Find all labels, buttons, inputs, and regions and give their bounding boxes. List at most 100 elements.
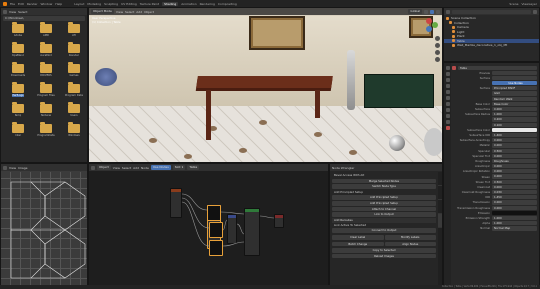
operator-button[interactable]: Link to Output <box>332 212 436 217</box>
property-field[interactable]: 0.000 <box>492 200 537 205</box>
operator-button[interactable]: Clear Label <box>332 234 384 240</box>
property-field[interactable]: 0.500 <box>492 148 537 153</box>
operator-button[interactable]: Add Principled Setup <box>332 200 436 206</box>
physics-tab-icon[interactable] <box>445 108 450 112</box>
cabinet-object[interactable] <box>364 74 434 108</box>
menu-edit[interactable]: Edit <box>18 2 24 6</box>
filter-icon[interactable] <box>533 9 537 14</box>
folder-item[interactable]: AuraMod <box>33 42 59 57</box>
folder-item[interactable]: PerfLogs <box>5 82 31 97</box>
property-field[interactable]: 1.450 <box>492 195 537 200</box>
property-field[interactable]: 1.000 <box>492 215 537 221</box>
data-tab-icon[interactable] <box>445 120 450 124</box>
property-field[interactable]: Random Walk <box>492 96 537 101</box>
constraints-tab-icon[interactable] <box>445 114 450 118</box>
property-field[interactable] <box>492 127 537 132</box>
gizmo-y-axis-icon[interactable] <box>432 22 438 28</box>
vp-menu-add[interactable]: Add <box>136 10 142 14</box>
property-field[interactable]: 0.000 <box>492 164 537 169</box>
3d-viewport[interactable]: Object Mode View Select Add Object Globa… <box>88 7 443 163</box>
property-field[interactable]: Roughness <box>492 158 537 164</box>
zoom-icon[interactable] <box>435 36 440 41</box>
folder-item[interactable]: Textures <box>33 102 59 117</box>
property-field[interactable]: 0.200 <box>492 117 537 122</box>
pan-hand-icon[interactable] <box>435 43 440 48</box>
shader-node-editor[interactable]: Object View Select Add Node Use Nodes Sl… <box>88 163 329 289</box>
vp-menu-object[interactable]: Object <box>144 10 154 14</box>
folder-item[interactable]: Temp <box>5 102 31 117</box>
folder-item[interactable]: AMD <box>33 22 59 37</box>
operator-button[interactable]: Merge Selected Nodes <box>332 178 436 184</box>
property-field[interactable]: 0.000 <box>492 205 537 210</box>
property-field[interactable]: 0.000 <box>492 138 537 143</box>
uv-editor-type-icon[interactable] <box>3 165 7 170</box>
operator-button[interactable]: Batch Change <box>332 241 384 247</box>
operator-button[interactable]: Attach to Channel <box>332 206 436 212</box>
shading-solid-icon[interactable] <box>424 9 428 14</box>
folder-item[interactable]: Windows <box>61 122 87 137</box>
menu-render[interactable]: Render <box>27 2 38 6</box>
property-field[interactable]: 0.000 <box>492 107 537 112</box>
material-name-field[interactable]: Table <box>458 65 537 70</box>
camera-view-icon[interactable] <box>435 50 440 55</box>
workspace-tab-modeling[interactable]: Modeling <box>87 2 101 6</box>
shading-material-icon[interactable] <box>430 9 434 14</box>
tool-tab-icon[interactable] <box>445 66 450 70</box>
gizmo-x-axis-icon[interactable] <box>426 18 432 24</box>
property-field[interactable]: 0.000 <box>492 184 537 189</box>
folder-item[interactable]: ProgramData <box>33 122 59 137</box>
property-field[interactable]: 0.000 <box>492 174 537 179</box>
workspace-tab-rendering[interactable]: Rendering <box>200 2 215 6</box>
workspace-tab-animation[interactable]: Animation <box>181 2 196 6</box>
vp-menu-view[interactable]: View <box>116 10 123 14</box>
operator-button[interactable]: Add Principled Setup <box>332 195 436 200</box>
menu-file[interactable]: File <box>10 2 15 6</box>
material-tab-icon[interactable] <box>445 126 450 130</box>
sidebar-tab-view[interactable] <box>438 200 442 214</box>
property-field[interactable]: 0.000 <box>492 153 537 158</box>
statue-object[interactable] <box>347 50 355 110</box>
uv-menu-view[interactable]: View <box>9 166 16 170</box>
workspace-tab-uv-editing[interactable]: UV Editing <box>121 2 137 6</box>
plant-object[interactable] <box>95 68 117 86</box>
property-field[interactable]: 1.000 <box>492 112 537 117</box>
outliner-editor-icon[interactable] <box>446 9 450 14</box>
vp-menu-select[interactable]: Select <box>125 10 134 14</box>
render-tab-icon[interactable] <box>445 72 450 76</box>
fb-menu-select[interactable]: Select <box>18 10 27 14</box>
property-field[interactable]: Use Nodes <box>492 81 537 86</box>
operator-button[interactable]: Align Nodes <box>384 241 436 247</box>
sidebar-tab-node[interactable] <box>438 172 442 186</box>
workspace-tab-texture-paint[interactable]: Texture Paint <box>140 2 159 6</box>
mode-selector[interactable]: Object Mode <box>91 9 114 14</box>
workspace-tab-sculpting[interactable]: Sculpting <box>104 2 118 6</box>
folder-item[interactable]: Downloads <box>5 62 31 77</box>
folder-item[interactable]: Games <box>61 62 87 77</box>
blender-logo-icon[interactable] <box>3 1 7 6</box>
folder-item[interactable]: ATI <box>61 22 87 37</box>
operator-button[interactable]: Connect to Output <box>332 228 436 233</box>
operator-button[interactable]: Switch Node Type <box>332 184 436 189</box>
outliner-search-input[interactable] <box>452 9 531 14</box>
property-field[interactable]: 1.000 <box>492 221 537 226</box>
property-field[interactable]: 0.000 <box>492 169 537 174</box>
folder-item[interactable]: Adobe <box>5 22 31 37</box>
property-field[interactable]: 0.100 <box>492 122 537 127</box>
gizmo-z-axis-icon[interactable] <box>426 26 432 32</box>
world-tab-icon[interactable] <box>445 90 450 94</box>
folder-item[interactable]: Users <box>61 102 87 117</box>
object-tab-icon[interactable] <box>445 96 450 100</box>
table-object[interactable] <box>196 76 333 88</box>
property-field[interactable] <box>492 210 537 215</box>
operator-button[interactable]: Modify Labels <box>384 234 436 240</box>
menu-window[interactable]: Window <box>41 2 53 6</box>
property-field[interactable]: 0.500 <box>492 179 537 184</box>
sidebar-tab-node-wrangler[interactable] <box>438 214 442 228</box>
modifier-tab-icon[interactable] <box>445 102 450 106</box>
property-field[interactable] <box>492 75 537 81</box>
grid-icon[interactable] <box>435 57 440 62</box>
folder-item[interactable]: Program Files <box>33 82 59 97</box>
property-field[interactable]: 0.000 <box>492 143 537 148</box>
folder-item[interactable]: blender <box>61 42 87 57</box>
folder-item[interactable]: DRIVERS <box>33 62 59 77</box>
